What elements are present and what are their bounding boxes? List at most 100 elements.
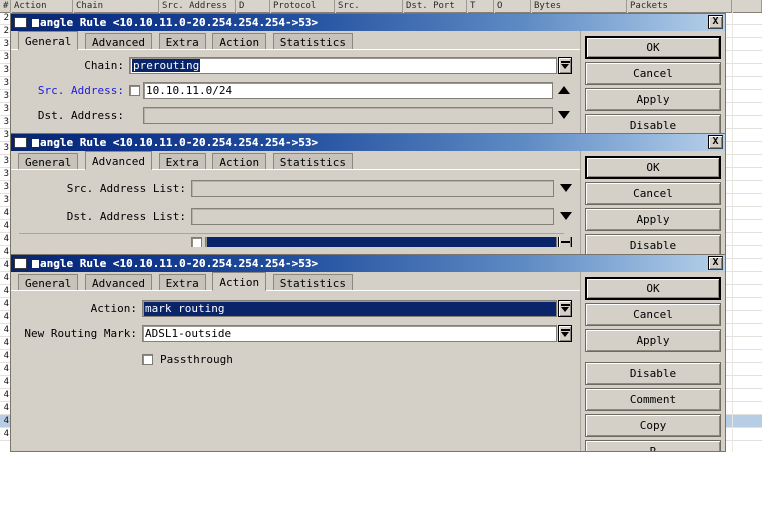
new-routing-mark-control: ADSL1-outside — [142, 324, 572, 342]
tab-advanced[interactable]: Advanced — [84, 151, 152, 170]
scroll-up-icon[interactable] — [556, 82, 572, 98]
dst-address-input[interactable] — [143, 106, 553, 124]
action-input[interactable]: mark routing — [142, 299, 557, 317]
column-header-action[interactable]: Action — [11, 0, 73, 12]
ok-button[interactable]: OK — [585, 156, 721, 179]
comment-button[interactable]: Comment — [585, 388, 721, 411]
clipped-field-input[interactable] — [205, 237, 557, 247]
scroll-down-icon[interactable] — [556, 107, 572, 123]
apply-button[interactable]: Apply — [585, 88, 721, 111]
dst-address-control — [129, 106, 572, 124]
cancel-button[interactable]: Cancel — [585, 303, 721, 326]
tab-statistics[interactable]: Statistics — [272, 153, 353, 170]
column-header-dst-port[interactable]: Dst. Port — [403, 0, 467, 12]
clipped-field-dropdown-icon[interactable] — [558, 237, 572, 247]
chain-label: Chain: — [84, 58, 124, 72]
column-header-t[interactable]: T — [467, 0, 494, 12]
window-icon — [14, 137, 27, 148]
tab-statistics[interactable]: Statistics — [272, 33, 353, 50]
titlebar-advanced[interactable]: angle Rule <10.10.11.0-20.254.254.254->5… — [11, 134, 725, 151]
panel-general: Chain: prerouting Src. Address: 10.10.11… — [11, 55, 580, 125]
dst-address-list-dropdown-icon[interactable] — [560, 212, 572, 220]
advanced-content: General Advanced Extra Action Statistics… — [11, 151, 580, 256]
src-address-list-dropdown-icon[interactable] — [560, 184, 572, 192]
close-icon[interactable]: X — [708, 135, 723, 149]
ok-button[interactable]: OK — [585, 36, 721, 59]
apply-button[interactable]: Apply — [585, 208, 721, 231]
tab-general[interactable]: General — [18, 274, 79, 291]
dst-address-list-label: Dst. Address List: — [66, 209, 186, 223]
column-header-protocol[interactable]: Protocol — [270, 0, 335, 12]
close-icon[interactable]: X — [708, 15, 723, 29]
src-address-negate-checkbox[interactable] — [129, 84, 140, 96]
tab-extra[interactable]: Extra — [158, 33, 206, 50]
row-action: Action: mark routing — [11, 298, 572, 318]
dst-address-list-input[interactable] — [191, 207, 554, 225]
ok-button[interactable]: OK — [585, 277, 721, 300]
titlebar-action[interactable]: angle Rule <10.10.11.0-20.254.254.254->5… — [11, 255, 725, 272]
passthrough-control[interactable]: Passthrough — [142, 353, 233, 366]
tab-general[interactable]: General — [18, 153, 79, 170]
dialog-body-action: General Advanced Extra Action Statistics… — [11, 272, 725, 451]
column-header-bytes[interactable]: Bytes — [531, 0, 627, 12]
src-address-list-control — [191, 179, 572, 197]
row-new-routing-mark: New Routing Mark: ADSL1-outside — [11, 323, 572, 343]
column-header-dst-address[interactable]: D — [236, 0, 270, 12]
clipped-field-checkbox[interactable] — [191, 237, 202, 247]
tab-general[interactable]: General — [18, 31, 79, 50]
mangle-rule-dialog-action[interactable]: angle Rule <10.10.11.0-20.254.254.254->5… — [10, 254, 726, 452]
titlebar-general[interactable]: angle Rule <10.10.11.0-20.254.254.254->5… — [11, 14, 725, 31]
action-content: General Advanced Extra Action Statistics… — [11, 272, 580, 451]
chain-dropdown-icon[interactable] — [558, 56, 572, 74]
tab-extra[interactable]: Extra — [158, 153, 206, 170]
column-header-num[interactable]: # — [0, 0, 11, 12]
tab-action[interactable]: Action — [212, 272, 267, 291]
column-header-o[interactable]: O — [494, 0, 531, 12]
row-src-address-list: Src. Address List: — [11, 178, 572, 198]
passthrough-checkbox[interactable] — [142, 353, 153, 365]
row-dst-address: Dst. Address: — [11, 105, 572, 125]
mangle-rule-dialog-general[interactable]: angle Rule <10.10.11.0-20.254.254.254->5… — [10, 13, 726, 137]
column-header-spacer — [732, 0, 762, 12]
tab-extra[interactable]: Extra — [158, 274, 206, 291]
chain-control: prerouting — [129, 56, 572, 74]
dialog-body-general: General Advanced Extra Action Statistics… — [11, 31, 725, 136]
column-header-src-address[interactable]: Src. Address — [159, 0, 236, 12]
copy-button[interactable]: Copy — [585, 414, 721, 437]
column-header-src-port[interactable]: Src. — [335, 0, 403, 12]
cancel-button[interactable]: Cancel — [585, 182, 721, 205]
new-routing-mark-dropdown-icon[interactable] — [558, 324, 572, 342]
window-icon — [14, 17, 27, 28]
remove-button[interactable]: R — [585, 440, 721, 451]
mangle-rule-dialog-advanced[interactable]: angle Rule <10.10.11.0-20.254.254.254->5… — [10, 133, 726, 257]
dialog-body-advanced: General Advanced Extra Action Statistics… — [11, 151, 725, 256]
panel-advanced: Src. Address List: Dst. Address List: — [11, 178, 580, 247]
tab-advanced[interactable]: Advanced — [84, 33, 152, 50]
window-icon — [14, 258, 27, 269]
apply-button[interactable]: Apply — [585, 329, 721, 352]
row-src-address: Src. Address: 10.10.11.0/24 — [11, 80, 572, 100]
close-icon[interactable]: X — [708, 256, 723, 270]
panel-action: Action: mark routing New Routing Mark: A… — [11, 298, 580, 369]
cancel-button[interactable]: Cancel — [585, 62, 721, 85]
window-title-general: angle Rule <10.10.11.0-20.254.254.254->5… — [32, 16, 318, 29]
tab-statistics[interactable]: Statistics — [272, 274, 353, 291]
tab-action[interactable]: Action — [212, 153, 267, 170]
new-routing-mark-input[interactable]: ADSL1-outside — [142, 324, 557, 342]
dst-address-list-control — [191, 207, 572, 225]
tab-advanced[interactable]: Advanced — [84, 274, 152, 291]
button-column-advanced: OK Cancel Apply Disable — [581, 151, 725, 256]
column-header-chain[interactable]: Chain — [73, 0, 159, 12]
tab-action[interactable]: Action — [212, 33, 267, 50]
button-column-general: OK Cancel Apply Disable — [581, 31, 725, 136]
src-address-input[interactable]: 10.10.11.0/24 — [143, 81, 553, 99]
panel-divider — [19, 233, 564, 234]
column-header-packets[interactable]: Packets — [627, 0, 732, 12]
disable-button[interactable]: Disable — [585, 362, 721, 385]
action-dropdown-icon[interactable] — [558, 299, 572, 317]
button-column-action: OK Cancel Apply Disable Comment Copy R — [581, 272, 725, 451]
row-clipped-next-field — [11, 237, 572, 247]
passthrough-label: Passthrough — [160, 352, 233, 366]
chain-input[interactable]: prerouting — [129, 56, 557, 74]
src-address-list-input[interactable] — [191, 179, 554, 197]
